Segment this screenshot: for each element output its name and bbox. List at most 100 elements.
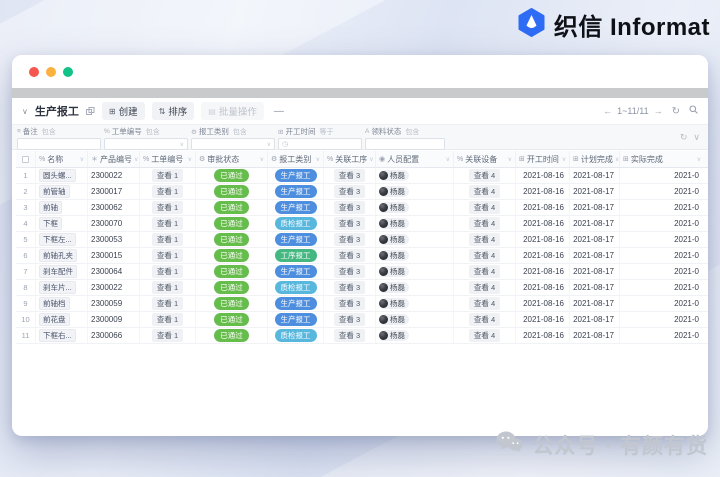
view-work-order-button[interactable]: 查看 1 <box>151 313 184 326</box>
column-header-工单编号[interactable]: % 工单编号 ∨ <box>140 151 196 167</box>
collapse-filters-icon[interactable]: ∨ <box>693 132 700 143</box>
view-work-order-button[interactable]: 查看 1 <box>151 265 184 278</box>
minimize-window-icon[interactable] <box>46 66 56 77</box>
column-header-关联工序[interactable]: % 关联工序 ∨ <box>324 151 376 167</box>
view-device-button[interactable]: 查看 4 <box>468 249 501 262</box>
person-chip[interactable]: 杨磊 <box>379 330 409 341</box>
view-device-button[interactable]: 查看 4 <box>468 185 501 198</box>
person-chip[interactable]: 杨磊 <box>379 202 409 213</box>
batch-actions-button[interactable]: ▤ 批量操作 <box>201 102 264 120</box>
view-device-button[interactable]: 查看 4 <box>468 297 501 310</box>
chevron-down-icon[interactable]: ∨ <box>562 156 566 163</box>
filter-input-select[interactable]: ∨ <box>104 138 188 150</box>
sort-button[interactable]: ⇅ 排序 <box>151 102 195 120</box>
refresh-icon[interactable]: ↻ <box>672 106 680 117</box>
person-chip[interactable]: 杨磊 <box>379 282 409 293</box>
column-header-select[interactable] <box>16 151 36 167</box>
chevron-down-icon[interactable]: ∨ <box>22 107 28 116</box>
view-device-button[interactable]: 查看 4 <box>468 313 501 326</box>
view-device-button[interactable]: 查看 4 <box>468 169 501 182</box>
search-icon[interactable] <box>689 105 698 117</box>
name-tag[interactable]: 前轴档 <box>39 297 70 310</box>
select-all-checkbox[interactable] <box>22 155 29 163</box>
view-process-button[interactable]: 查看 3 <box>333 281 366 294</box>
view-process-button[interactable]: 查看 3 <box>333 297 366 310</box>
person-chip[interactable]: 杨磊 <box>379 250 409 261</box>
name-tag[interactable]: 刹车片... <box>39 281 76 294</box>
name-tag[interactable]: 前管轴 <box>39 185 70 198</box>
column-header-计划完成[interactable]: ⊞ 计划完成 ∨ <box>570 151 620 167</box>
name-tag[interactable]: 前花盘 <box>39 313 70 326</box>
view-device-button[interactable]: 查看 4 <box>468 217 501 230</box>
reset-filters-icon[interactable]: ↻ <box>680 132 688 143</box>
view-process-button[interactable]: 查看 3 <box>333 329 366 342</box>
chevron-down-icon[interactable]: ∨ <box>508 156 512 163</box>
view-work-order-button[interactable]: 查看 1 <box>151 185 184 198</box>
view-device-button[interactable]: 查看 4 <box>468 233 501 246</box>
chevron-down-icon[interactable]: ∨ <box>697 156 701 163</box>
maximize-window-icon[interactable] <box>63 66 73 77</box>
prev-page-icon[interactable]: ← <box>603 106 612 116</box>
person-chip[interactable]: 杨磊 <box>379 170 409 181</box>
view-work-order-button[interactable]: 查看 1 <box>151 217 184 230</box>
filter-input-text[interactable] <box>365 138 445 150</box>
chevron-down-icon[interactable]: ∨ <box>134 156 138 163</box>
create-button[interactable]: ⊞ 创建 <box>101 102 145 120</box>
view-work-order-button[interactable]: 查看 1 <box>151 201 184 214</box>
view-process-button[interactable]: 查看 3 <box>333 201 366 214</box>
chevron-down-icon[interactable]: ∨ <box>615 156 619 163</box>
view-process-button[interactable]: 查看 3 <box>333 265 366 278</box>
person-chip[interactable]: 杨磊 <box>379 234 409 245</box>
person-chip[interactable]: 杨磊 <box>379 218 409 229</box>
name-tag[interactable]: 下框右... <box>39 329 76 342</box>
more-actions-button[interactable]: — <box>271 106 287 117</box>
column-header-名称[interactable]: % 名称 ∨ <box>36 151 88 167</box>
view-work-order-button[interactable]: 查看 1 <box>151 281 184 294</box>
person-chip[interactable]: 杨磊 <box>379 186 409 197</box>
chevron-down-icon[interactable]: ∨ <box>369 156 373 163</box>
name-tag[interactable]: 刹车配件 <box>39 265 77 278</box>
view-device-button[interactable]: 查看 4 <box>468 201 501 214</box>
column-header-审批状态[interactable]: ⚙ 审批状态 ∨ <box>196 151 268 167</box>
view-device-button[interactable]: 查看 4 <box>468 329 501 342</box>
filter-input-text[interactable] <box>17 138 101 150</box>
next-page-icon[interactable]: → <box>654 106 663 116</box>
view-device-button[interactable]: 查看 4 <box>468 265 501 278</box>
column-header-实际完成[interactable]: ⊞ 实际完成 ∨ <box>620 151 704 167</box>
person-chip[interactable]: 杨磊 <box>379 298 409 309</box>
chevron-down-icon[interactable]: ∨ <box>188 156 192 163</box>
chevron-down-icon[interactable]: ∨ <box>80 156 84 163</box>
column-header-人员配置[interactable]: ◉ 人员配置 ∨ <box>376 151 454 167</box>
view-process-button[interactable]: 查看 3 <box>333 249 366 262</box>
name-tag[interactable]: 前轴 <box>39 201 62 214</box>
chevron-down-icon[interactable]: ∨ <box>446 156 450 163</box>
view-work-order-button[interactable]: 查看 1 <box>151 297 184 310</box>
chevron-down-icon[interactable]: ∨ <box>260 156 264 163</box>
view-work-order-button[interactable]: 查看 1 <box>151 249 184 262</box>
column-header-关联设备[interactable]: % 关联设备 ∨ <box>454 151 516 167</box>
view-work-order-button[interactable]: 查看 1 <box>151 329 184 342</box>
column-header-报工类别[interactable]: ⚙ 报工类别 ∨ <box>268 151 324 167</box>
name-tag[interactable]: 下框 <box>39 217 62 230</box>
view-process-button[interactable]: 查看 3 <box>333 185 366 198</box>
close-window-icon[interactable] <box>29 66 39 77</box>
column-header-产品编号[interactable]: ＊产品编号 ∨ <box>88 151 140 167</box>
person-chip[interactable]: 杨磊 <box>379 314 409 325</box>
view-work-order-button[interactable]: 查看 1 <box>151 233 184 246</box>
filter-input-datetime[interactable]: ◷ <box>278 138 362 150</box>
view-process-button[interactable]: 查看 3 <box>333 217 366 230</box>
view-device-button[interactable]: 查看 4 <box>468 281 501 294</box>
chevron-down-icon[interactable]: ∨ <box>316 156 320 163</box>
share-icon[interactable] <box>85 106 95 116</box>
filter-bar: ≡ 备注 包含% 工单编号 包含 ∨ ⚙ 报工类别 包含 ∨ ⊞ 开工时间 等于 ◷ A 领料状态 包含 ↻ ∨ <box>12 124 708 150</box>
name-tag[interactable]: 前轴孔夹 <box>39 249 77 262</box>
column-header-开工时间[interactable]: ⊞ 开工时间 ∨ <box>516 151 570 167</box>
view-work-order-button[interactable]: 查看 1 <box>151 169 184 182</box>
view-process-button[interactable]: 查看 3 <box>333 233 366 246</box>
view-process-button[interactable]: 查看 3 <box>333 313 366 326</box>
name-tag[interactable]: 下框左... <box>39 233 76 246</box>
name-tag[interactable]: 圆头螺... <box>39 169 76 182</box>
view-process-button[interactable]: 查看 3 <box>333 169 366 182</box>
filter-input-select[interactable]: ∨ <box>191 138 275 150</box>
person-chip[interactable]: 杨磊 <box>379 266 409 277</box>
